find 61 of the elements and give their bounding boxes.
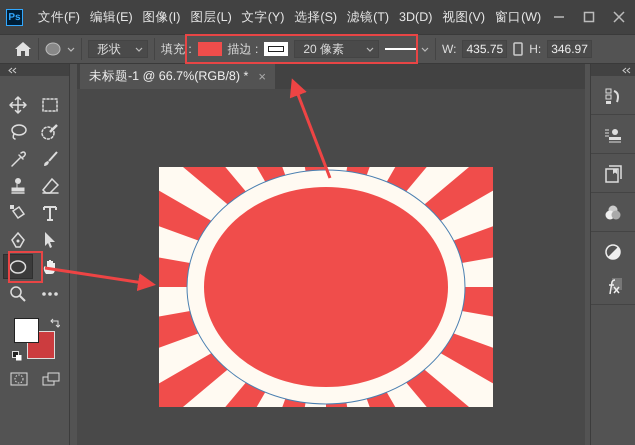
- dashed-rectangle-icon: [40, 96, 58, 114]
- menu-item[interactable]: 文字(Y): [236, 8, 290, 26]
- maximize-icon[interactable]: [583, 11, 595, 23]
- pen-icon: [8, 230, 26, 248]
- menu-item[interactable]: 滤镜(T): [342, 8, 394, 26]
- dots-icon: [40, 292, 58, 296]
- highlight-frame: [8, 251, 43, 283]
- line-icon: [385, 47, 418, 51]
- swap-arrows-icon[interactable]: [50, 318, 60, 328]
- ellipse-icon[interactable]: [45, 42, 61, 56]
- fill-label: 填充 :: [161, 40, 192, 58]
- color-swatches-drawing[interactable]: [14, 318, 56, 360]
- height-label: H:: [529, 42, 542, 56]
- zoom-icon: [8, 284, 26, 302]
- eraser-icon: [40, 176, 58, 194]
- collapse-icon[interactable]: [622, 66, 631, 74]
- fill-color-swatch[interactable]: [198, 42, 222, 56]
- app-logo: Ps: [6, 8, 23, 26]
- history-icon: [604, 87, 622, 105]
- width-field[interactable]: 435.75: [462, 40, 508, 58]
- lasso-icon: [8, 122, 26, 140]
- menu-item[interactable]: 选择(S): [289, 8, 342, 26]
- ellipse-icon: [8, 258, 26, 276]
- brush-selection-icon: [40, 122, 58, 140]
- stroke-width-dropdown[interactable]: 20 像素: [294, 40, 380, 58]
- caret-icon: [421, 46, 430, 52]
- stroke-style-dropdown[interactable]: [385, 46, 430, 52]
- document-title: 未标题-1 @ 66.7%(RGB/8) *: [89, 68, 248, 85]
- text-icon: [40, 204, 58, 222]
- tool-button[interactable]: [2, 254, 32, 279]
- menu-item[interactable]: 编辑(E): [84, 8, 138, 26]
- paint-bucket-icon: [8, 204, 26, 222]
- collapse-icon[interactable]: [8, 66, 17, 74]
- menu-item[interactable]: 视图(V): [437, 8, 490, 26]
- caret-icon: [135, 46, 143, 52]
- menu-item[interactable]: 窗口(W): [490, 8, 546, 26]
- menu-item[interactable]: 3D(D): [394, 10, 438, 24]
- height-field[interactable]: 346.97: [547, 40, 592, 58]
- stamp-icon: [8, 176, 26, 194]
- stroke-label: 描边 :: [228, 40, 258, 58]
- caret-icon: [366, 46, 374, 52]
- menu-item[interactable]: 文件(F): [33, 8, 85, 26]
- link-icon[interactable]: [513, 42, 524, 56]
- document-tab[interactable]: 未标题-1 @ 66.7%(RGB/8) * ×: [80, 64, 275, 89]
- eyedropper-icon: [8, 150, 26, 168]
- quick-mask-icon[interactable]: [10, 372, 28, 386]
- close-icon[interactable]: [613, 11, 625, 23]
- width-label: W:: [442, 42, 456, 56]
- shape-mode-dropdown[interactable]: 形状: [88, 40, 148, 58]
- half-circle-icon: [604, 243, 622, 261]
- menu-item[interactable]: 图层(L): [185, 8, 237, 26]
- home-icon[interactable]: [14, 41, 32, 57]
- bookmark-page-icon: [604, 165, 622, 183]
- menu-item[interactable]: 图像(I): [138, 8, 186, 26]
- overlapping-circles-icon: [604, 204, 622, 222]
- stamp-list-icon: [604, 126, 622, 144]
- default-colors-icon[interactable]: [12, 351, 22, 361]
- move-icon: [8, 96, 26, 114]
- stroke-color-swatch[interactable]: [264, 42, 288, 56]
- screen-mode-icon[interactable]: [42, 372, 60, 386]
- caret-icon[interactable]: [67, 46, 75, 52]
